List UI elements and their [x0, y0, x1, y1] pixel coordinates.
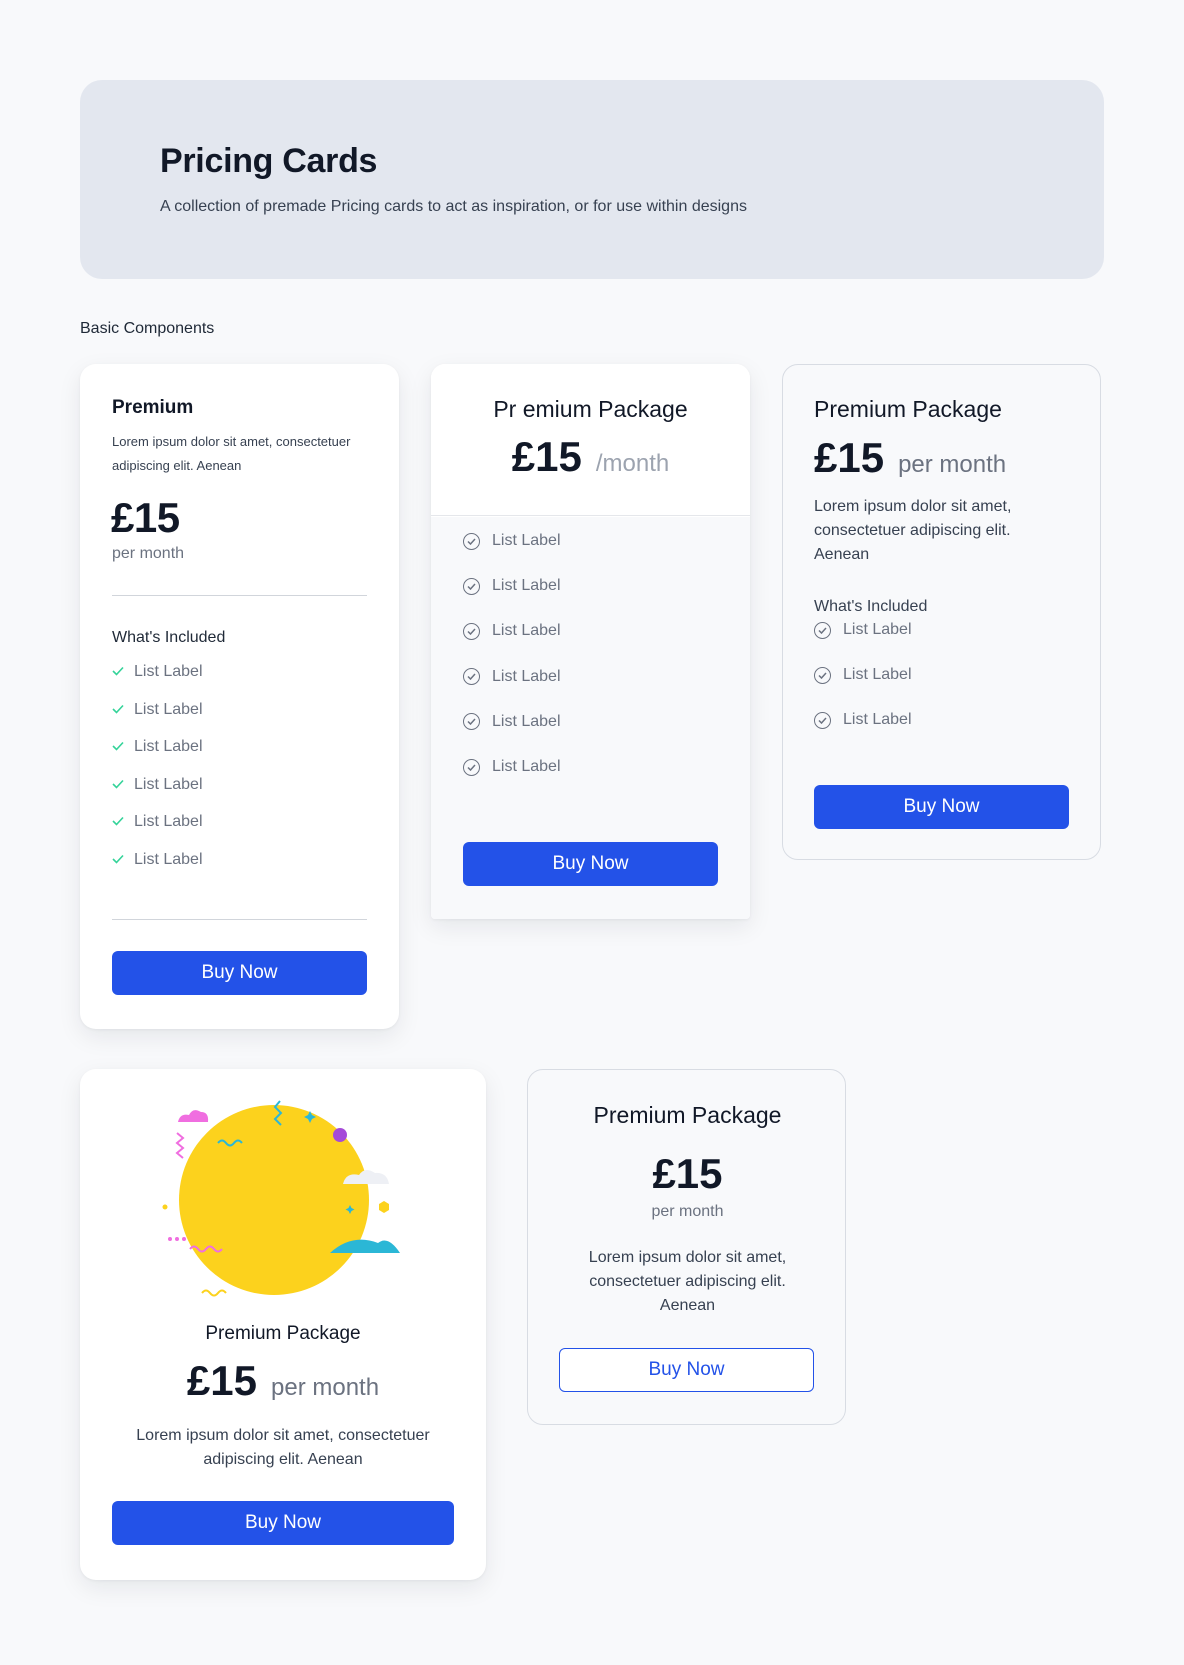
price-row: £15 /month	[431, 433, 750, 481]
included-heading: What's Included	[814, 598, 928, 615]
list-item-label: List Label	[843, 666, 912, 684]
price: £15	[652, 1150, 723, 1197]
price-period: /month	[595, 450, 670, 477]
price-row: £15 per month	[814, 434, 1006, 482]
list-item: List Label	[814, 711, 912, 729]
buy-now-button[interactable]: Buy Now	[463, 842, 718, 886]
card-description: Lorem ipsum dolor sit amet, consectetuer…	[136, 1427, 430, 1468]
list-item: List Label	[463, 622, 561, 640]
divider	[112, 595, 367, 596]
card-title: Premium Package	[814, 396, 1002, 422]
list-item: List Label	[463, 532, 561, 550]
check-icon	[112, 776, 124, 794]
buy-now-button[interactable]: Buy Now	[112, 1501, 454, 1545]
list-item-label: List Label	[492, 667, 561, 685]
card-title: Premium Package	[593, 1102, 782, 1128]
list-item-label: List Label	[492, 712, 561, 730]
check-circle-icon	[463, 622, 480, 640]
check-icon	[112, 813, 124, 831]
price-period: per month	[651, 1203, 724, 1220]
list-item: List Label	[112, 776, 203, 794]
buy-now-button[interactable]: Buy Now	[559, 1348, 814, 1392]
page-title: Pricing Cards	[160, 142, 378, 180]
pricing-card-package-outlined: Premium Package £15 per month Lorem ipsu…	[782, 364, 1101, 860]
check-circle-icon	[814, 711, 831, 729]
list-item-label: List Label	[492, 532, 561, 549]
check-circle-icon	[463, 758, 480, 776]
price-period: per month	[112, 545, 185, 562]
price: £15	[111, 494, 180, 541]
list-item: List Label	[463, 577, 561, 595]
pricing-card-package-list: Pr emium Package £15 /month List Label Li…	[431, 364, 750, 919]
check-circle-icon	[463, 713, 480, 731]
check-circle-icon	[463, 532, 480, 550]
page-subtitle: A collection of premade Pricing cards to…	[160, 198, 747, 215]
pricing-card-premium: Premium Lorem ipsum dolor sit amet, cons…	[80, 364, 399, 1029]
card-title: Pr emium Package	[493, 396, 688, 422]
list-item: List Label	[112, 738, 203, 756]
price: £15	[511, 433, 582, 480]
pricing-card-centered-outlined: Premium Package £15 per month Lorem ipsu…	[527, 1069, 846, 1425]
check-circle-icon	[814, 666, 831, 684]
list-item-label: List Label	[134, 663, 203, 680]
list-item-label: List Label	[134, 813, 203, 831]
check-circle-icon	[463, 668, 480, 686]
price-period: per month	[898, 451, 1007, 478]
list-item-label: List Label	[492, 758, 561, 775]
price-row: £15 per month	[80, 1357, 486, 1405]
card-title: Premium	[112, 397, 194, 418]
check-icon	[112, 663, 124, 681]
card-title: Premium Package	[205, 1323, 361, 1344]
list-item-label: List Label	[134, 851, 203, 868]
list-item-label: List Label	[134, 738, 203, 756]
list-item-label: List Label	[843, 621, 912, 638]
check-circle-icon	[463, 577, 480, 595]
buy-now-button[interactable]: Buy Now	[814, 785, 1069, 829]
list-item: List Label	[463, 758, 561, 776]
price-period: per month	[271, 1374, 380, 1401]
section-label: Basic Components	[80, 320, 215, 337]
list-item: List Label	[112, 813, 203, 831]
price: £15	[814, 434, 885, 481]
hero-banner: Pricing Cards A collection of premade Pr…	[80, 80, 1104, 279]
sun-illustration	[162, 1100, 400, 1297]
list-item: List Label	[463, 713, 561, 731]
included-heading: What's Included	[112, 629, 226, 646]
check-circle-icon	[814, 621, 831, 639]
card-description: Lorem ipsum dolor sit amet, consectetuer…	[588, 1249, 787, 1314]
list-item: List Label	[112, 851, 203, 869]
card-header: Pr emium Package £15 /month	[431, 364, 750, 516]
divider	[112, 919, 367, 920]
card-description: Lorem ipsum dolor sit amet, consectetuer…	[814, 498, 1012, 563]
check-icon	[112, 738, 124, 756]
list-item-label: List Label	[492, 577, 561, 595]
list-item: List Label	[463, 668, 561, 686]
check-icon	[112, 701, 124, 719]
price: £15	[186, 1357, 257, 1404]
check-icon	[112, 851, 124, 869]
list-item-label: List Label	[134, 700, 203, 718]
list-item-label: List Label	[492, 622, 561, 640]
pricing-card-illustrated: Premium Package £15 per month Lorem ipsu…	[80, 1069, 486, 1580]
list-item: List Label	[814, 621, 912, 639]
list-item-label: List Label	[843, 711, 912, 729]
buy-now-button[interactable]: Buy Now	[112, 951, 367, 995]
list-item: List Label	[112, 663, 203, 681]
list-item: List Label	[112, 701, 203, 719]
list-item-label: List Label	[134, 775, 203, 793]
card-description: Lorem ipsum dolor sit amet, consectetuer…	[112, 434, 351, 473]
list-item: List Label	[814, 666, 912, 684]
